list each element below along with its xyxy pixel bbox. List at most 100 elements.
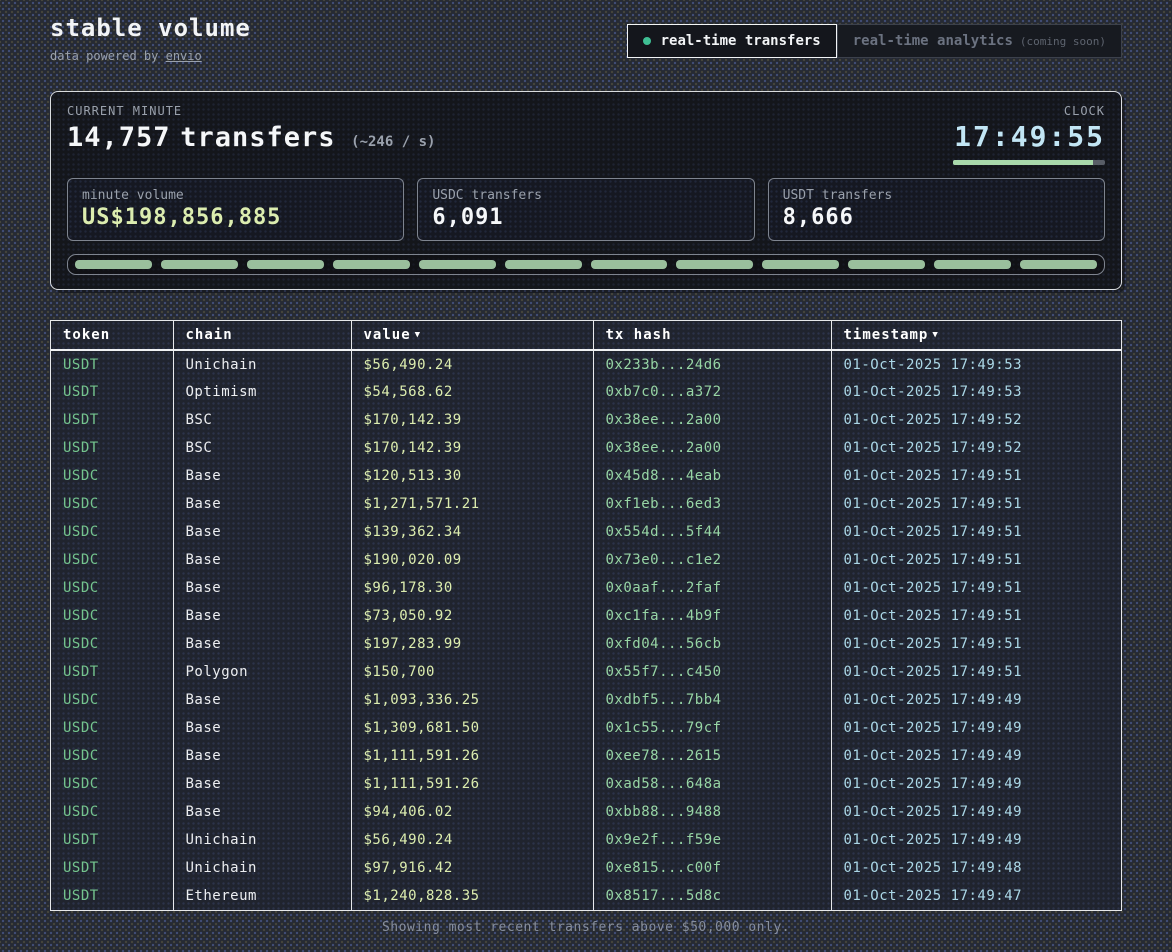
table-row: USDCBase$1,111,591.260xad58...648a01-Oct… [51,770,1121,798]
data-credit-text: data powered by [50,49,166,63]
chain-cell: Unichain [173,826,351,854]
timestamp-cell: 01-Oct-2025 17:49:53 [831,350,1121,378]
minute-progress-segment [247,260,324,269]
tx-hash-link[interactable]: 0x9e2f...f59e [593,826,831,854]
chain-cell: BSC [173,406,351,434]
timestamp-cell: 01-Oct-2025 17:49:49 [831,714,1121,742]
table-row: USDCBase$73,050.920xc1fa...4b9f01-Oct-20… [51,602,1121,630]
table-row: USDTEthereum$1,240,828.350x8517...5d8c01… [51,882,1121,910]
view-tabs: real-time transfers real-time analytics … [627,24,1122,58]
value-cell: $94,406.02 [351,798,593,826]
minute-progress-segment [505,260,582,269]
tx-hash-link[interactable]: 0x73e0...c1e2 [593,546,831,574]
token-cell: USDC [51,686,173,714]
timestamp-cell: 01-Oct-2025 17:49:51 [831,546,1121,574]
tx-hash-link[interactable]: 0x1c55...79cf [593,714,831,742]
chain-cell: Base [173,490,351,518]
tx-hash-link[interactable]: 0xfd04...56cb [593,630,831,658]
usdt-transfers-value: 8,666 [783,205,1090,230]
tab-realtime-analytics[interactable]: real-time analytics (coming soon) [837,24,1122,58]
live-dot-icon [643,37,651,45]
value-cell: $1,111,591.26 [351,770,593,798]
value-cell: $1,240,828.35 [351,882,593,910]
tx-hash-link[interactable]: 0xad58...648a [593,770,831,798]
table-row: USDCBase$190,020.090x73e0...c1e201-Oct-2… [51,546,1121,574]
column-header-value[interactable]: value▼ [351,321,593,350]
column-header-chain: chain [173,321,351,350]
tab-transfers-label: real-time transfers [661,33,821,49]
tx-hash-link[interactable]: 0x233b...24d6 [593,350,831,378]
coming-soon-badge: (coming soon) [1020,35,1106,48]
tx-hash-link[interactable]: 0xf1eb...6ed3 [593,490,831,518]
value-cell: $97,916.42 [351,854,593,882]
chain-cell: Base [173,686,351,714]
tx-hash-link[interactable]: 0x0aaf...2faf [593,574,831,602]
tx-hash-link[interactable]: 0xc1fa...4b9f [593,602,831,630]
table-row: USDTUnichain$97,916.420xe815...c00f01-Oc… [51,854,1121,882]
token-cell: USDT [51,658,173,686]
token-cell: USDT [51,350,173,378]
timestamp-cell: 01-Oct-2025 17:49:51 [831,658,1121,686]
usdt-transfers-label: USDT transfers [783,188,1090,203]
tx-hash-link[interactable]: 0xee78...2615 [593,742,831,770]
column-header-timestamp[interactable]: timestamp▼ [831,321,1121,350]
chain-cell: Base [173,602,351,630]
tx-hash-link[interactable]: 0x554d...5f44 [593,518,831,546]
table-row: USDTPolygon$150,7000x55f7...c45001-Oct-2… [51,658,1121,686]
minute-progress-segment [75,260,152,269]
table-row: USDTOptimism$54,568.620xb7c0...a37201-Oc… [51,378,1121,406]
minute-volume-value: US$198,856,885 [82,205,389,230]
value-cell: $120,513.30 [351,462,593,490]
value-cell: $54,568.62 [351,378,593,406]
timestamp-cell: 01-Oct-2025 17:49:49 [831,686,1121,714]
table-row: USDCBase$139,362.340x554d...5f4401-Oct-2… [51,518,1121,546]
usdc-transfers-value: 6,091 [432,205,739,230]
token-cell: USDC [51,518,173,546]
minute-progress-segment [419,260,496,269]
table-row: USDTBSC$170,142.390x38ee...2a0001-Oct-20… [51,434,1121,462]
value-cell: $190,020.09 [351,546,593,574]
value-cell: $150,700 [351,658,593,686]
token-cell: USDC [51,742,173,770]
clock-time: 17:49:55 [953,120,1105,153]
token-cell: USDC [51,770,173,798]
top-bar: stable volume data powered by envio real… [50,14,1122,63]
transfers-table: token chain value▼ tx hash timestamp▼ US… [50,320,1122,911]
timestamp-cell: 01-Oct-2025 17:49:49 [831,826,1121,854]
value-cell: $56,490.24 [351,826,593,854]
token-cell: USDC [51,714,173,742]
timestamp-cell: 01-Oct-2025 17:49:51 [831,630,1121,658]
sort-desc-icon: ▼ [932,330,938,340]
token-cell: USDT [51,434,173,462]
timestamp-cell: 01-Oct-2025 17:49:48 [831,854,1121,882]
transfers-word: transfers [180,122,335,153]
value-cell: $1,111,591.26 [351,742,593,770]
sort-desc-icon: ▼ [415,330,421,340]
tx-hash-link[interactable]: 0xb7c0...a372 [593,378,831,406]
envio-link[interactable]: envio [166,49,202,63]
token-cell: USDT [51,406,173,434]
clock-label: CLOCK [953,104,1105,118]
minute-progress-segment [762,260,839,269]
table-header: token chain value▼ tx hash timestamp▼ [51,321,1121,350]
chain-cell: Base [173,798,351,826]
token-cell: USDT [51,882,173,910]
token-cell: USDC [51,602,173,630]
tx-hash-link[interactable]: 0xdbf5...7bb4 [593,686,831,714]
tx-hash-link[interactable]: 0xe815...c00f [593,854,831,882]
tx-hash-link[interactable]: 0x55f7...c450 [593,658,831,686]
clock-progress-bar [953,160,1105,165]
tx-hash-link[interactable]: 0xbb88...9488 [593,798,831,826]
current-minute-panel: CURRENT MINUTE 14,757 transfers (~246 / … [50,91,1122,290]
token-cell: USDC [51,798,173,826]
tx-hash-link[interactable]: 0x45d8...4eab [593,462,831,490]
token-cell: USDC [51,574,173,602]
chain-cell: Base [173,742,351,770]
tab-realtime-transfers[interactable]: real-time transfers [627,24,837,58]
transfers-headline: 14,757 transfers (~246 / s) [67,122,435,153]
timestamp-cell: 01-Oct-2025 17:49:51 [831,490,1121,518]
minute-progress-segment [591,260,668,269]
tx-hash-link[interactable]: 0x38ee...2a00 [593,406,831,434]
tx-hash-link[interactable]: 0x8517...5d8c [593,882,831,910]
tx-hash-link[interactable]: 0x38ee...2a00 [593,434,831,462]
